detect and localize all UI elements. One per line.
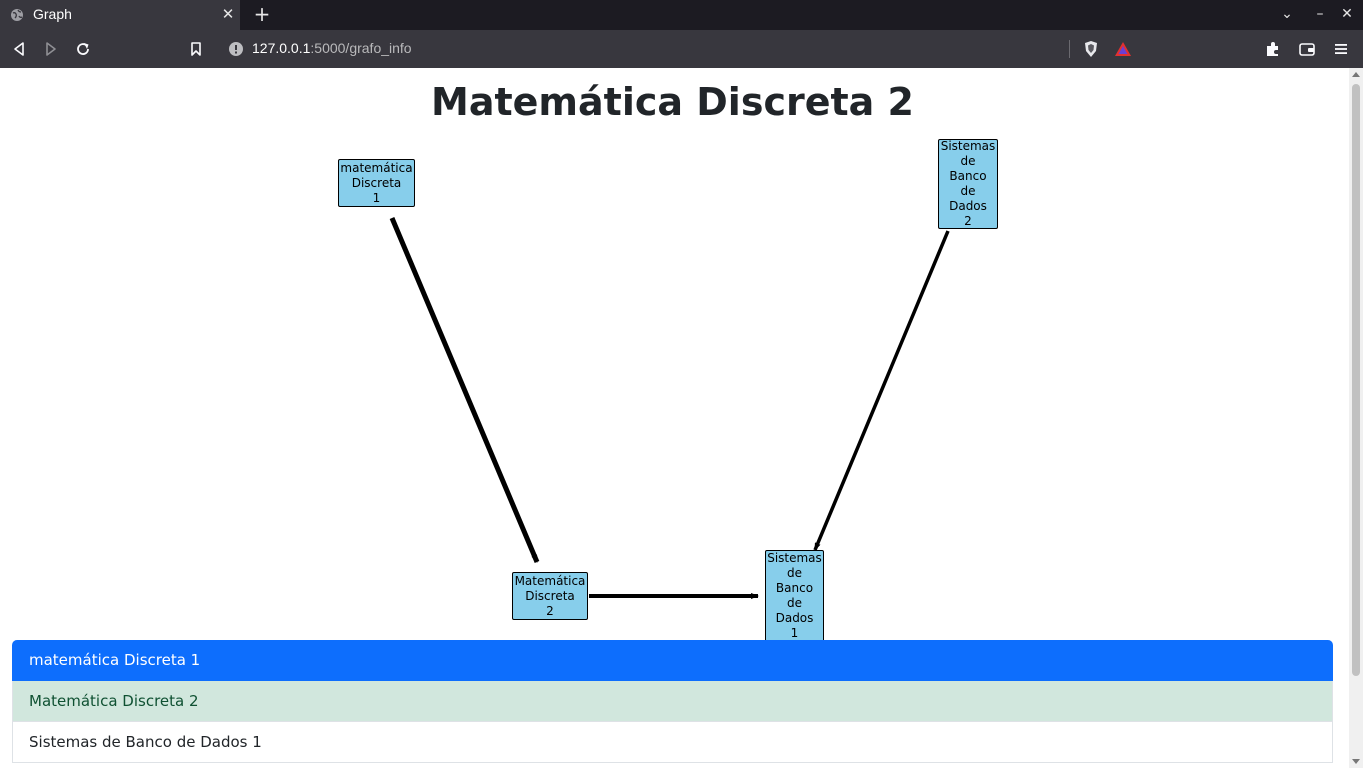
url-text: 127.0.0.1:5000/grafo_info: [252, 40, 412, 56]
brave-rewards-icon[interactable]: [1113, 39, 1133, 59]
bookmark-icon[interactable]: [186, 39, 206, 59]
browser-toolbar: 127.0.0.1:5000/grafo_info: [0, 30, 1363, 68]
list-item[interactable]: matemática Discreta 1: [12, 640, 1333, 681]
browser-tab[interactable]: Graph ✕: [0, 0, 240, 30]
close-window-icon[interactable]: ✕: [1338, 6, 1356, 24]
address-bar[interactable]: 127.0.0.1:5000/grafo_info: [226, 38, 1066, 60]
tab-title: Graph: [33, 6, 72, 22]
graph-node-sbd2: Sistemas de Banco de Dados 2: [938, 139, 998, 229]
brave-shields-icon[interactable]: [1081, 39, 1101, 59]
menu-icon[interactable]: [1331, 39, 1351, 59]
browser-tab-bar: Graph ✕ + ⌄ – ✕: [0, 0, 1363, 30]
minimize-icon[interactable]: –: [1311, 6, 1329, 24]
wallet-icon[interactable]: [1297, 39, 1317, 59]
list-item[interactable]: Matemática Discreta 2: [12, 681, 1333, 722]
back-icon[interactable]: [9, 39, 29, 59]
globe-icon: [11, 9, 23, 21]
page-scrollbar[interactable]: [1349, 68, 1363, 768]
graph-node-md1: matemática Discreta 1: [338, 159, 415, 207]
page-content: Matemática Discreta 2 matemática Discret…: [0, 68, 1349, 768]
close-tab-icon[interactable]: ✕: [220, 5, 236, 23]
tab-list-chevron-icon[interactable]: ⌄: [1278, 6, 1296, 24]
list-item[interactable]: Sistemas de Banco de Dados 1: [12, 722, 1333, 763]
subject-list: matemática Discreta 1 Matemática Discreta…: [12, 640, 1333, 763]
scroll-down-arrow-icon[interactable]: [1352, 759, 1360, 764]
info-icon[interactable]: [228, 41, 244, 57]
new-tab-icon[interactable]: +: [252, 4, 272, 26]
graph-edge-sbd2-to-sbd1: [813, 230, 950, 551]
scroll-up-arrow-icon[interactable]: [1352, 72, 1360, 77]
forward-icon[interactable]: [41, 39, 61, 59]
graph-node-sbd1: Sistemas de Banco de Dados 1: [765, 550, 824, 642]
extensions-icon[interactable]: [1263, 39, 1283, 59]
graph-node-md2: Matemática Discreta 2: [512, 572, 588, 620]
graph-edge-md1-to-md2: [389, 217, 540, 563]
reload-icon[interactable]: [73, 39, 93, 59]
scrollbar-thumb[interactable]: [1352, 84, 1360, 676]
toolbar-separator: [1069, 40, 1070, 58]
